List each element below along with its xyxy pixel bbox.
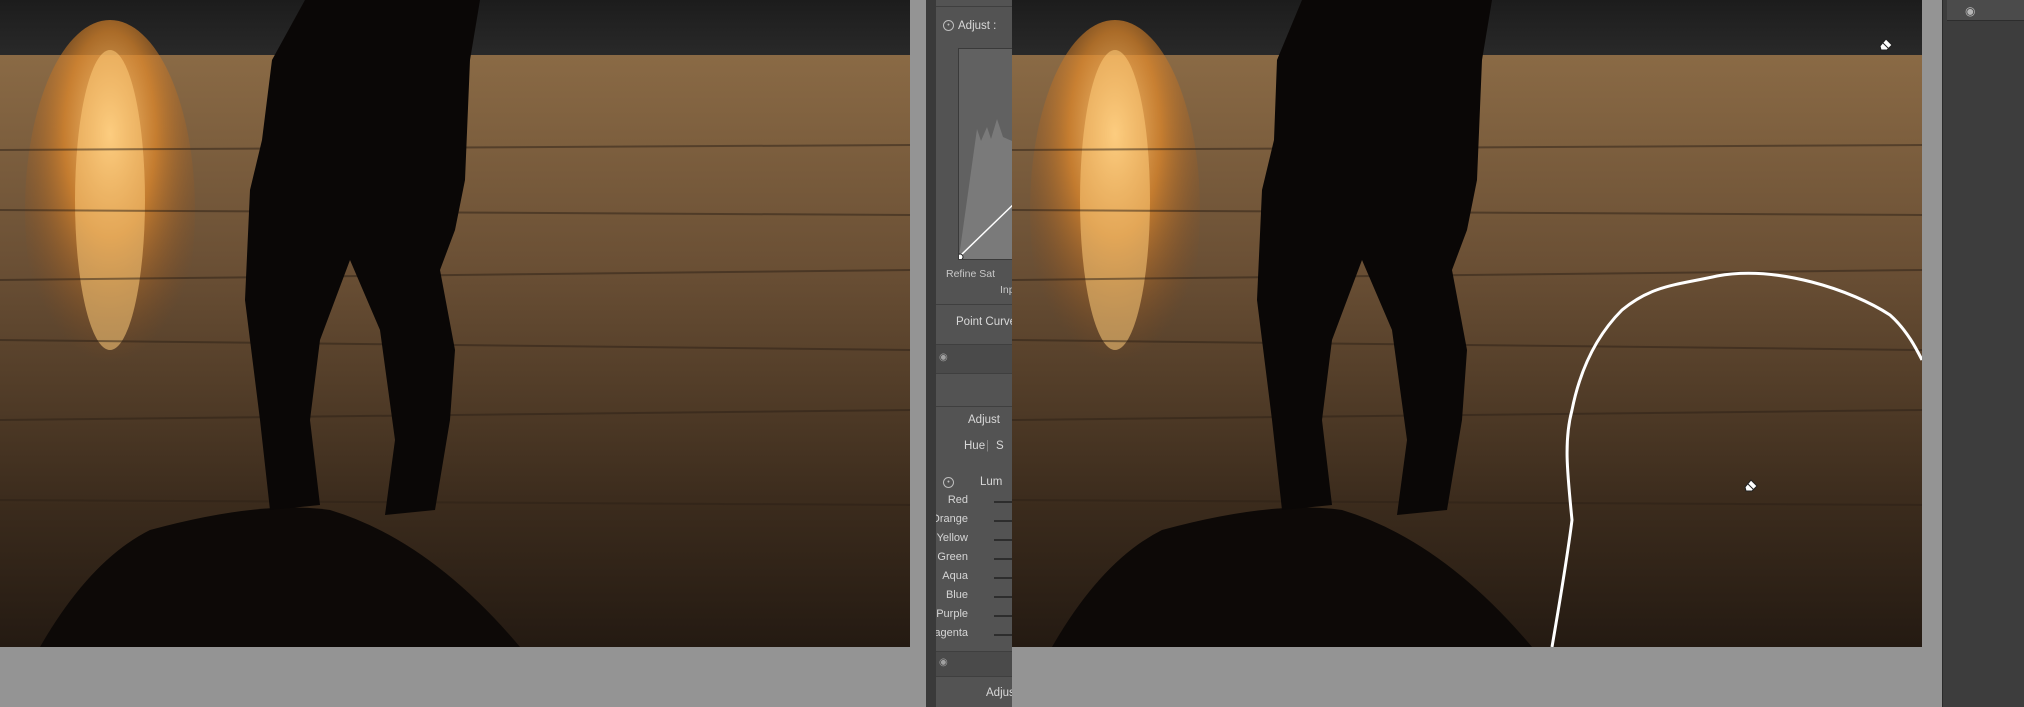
hsl-row-aqua[interactable]: Aqua bbox=[936, 570, 1012, 586]
hsl-label: Red bbox=[947, 494, 968, 506]
eraser-icon[interactable] bbox=[1878, 37, 1894, 51]
hsl-row-green[interactable]: Green bbox=[936, 551, 1012, 567]
eraser-icon[interactable] bbox=[1743, 478, 1759, 492]
hue-tab[interactable]: Hue bbox=[964, 440, 985, 452]
hsl-label: Yellow bbox=[936, 532, 968, 544]
curve-graph[interactable] bbox=[956, 48, 1012, 261]
luminance-label: Lum bbox=[980, 476, 1003, 488]
hsl-row-magenta[interactable]: Magenta bbox=[936, 627, 1012, 643]
point-curve-button[interactable]: Point Curve bbox=[956, 316, 1012, 328]
eye-icon[interactable]: ◉ bbox=[939, 352, 948, 363]
hsl-label: Magenta bbox=[936, 627, 968, 639]
input-label: Inp bbox=[1000, 284, 1012, 296]
hsl-label: Blue bbox=[945, 589, 968, 601]
hsl-row-yellow[interactable]: Yellow bbox=[936, 532, 1012, 548]
develop-panel: • Adjust : Refine Sat Inp Point Curve ◉ … bbox=[936, 0, 1012, 707]
hsl-label: Aqua bbox=[942, 570, 968, 582]
hsl-row-orange[interactable]: Orange bbox=[936, 513, 1012, 529]
eye-icon[interactable]: ◉ bbox=[939, 657, 948, 668]
target-adjust-icon[interactable]: • bbox=[943, 20, 954, 31]
hsl-row-purple[interactable]: Purple bbox=[936, 608, 1012, 624]
slider-track[interactable] bbox=[994, 501, 1012, 503]
slider-track[interactable] bbox=[994, 539, 1012, 541]
hsl-label: Orange bbox=[936, 513, 968, 525]
develop-panel-strip: • Adjust : Refine Sat Inp Point Curve ◉ … bbox=[926, 0, 1012, 707]
hsl-adjust-label: Adjust bbox=[968, 414, 1000, 426]
saturation-tab[interactable]: S bbox=[996, 440, 1004, 452]
slider-track[interactable] bbox=[994, 634, 1012, 636]
target-adjust-icon[interactable]: • bbox=[943, 477, 954, 488]
slider-track[interactable] bbox=[994, 520, 1012, 522]
workspace-gap bbox=[1922, 0, 1942, 707]
tab-separator: | bbox=[986, 440, 989, 452]
hsl-row-blue[interactable]: Blue bbox=[936, 589, 1012, 605]
workspace-gap bbox=[910, 0, 926, 707]
slider-track[interactable] bbox=[994, 615, 1012, 617]
photo-after-view[interactable] bbox=[1012, 0, 1922, 647]
workspace-bottom bbox=[0, 647, 926, 707]
hsl-label: Purple bbox=[936, 608, 968, 620]
slider-track[interactable] bbox=[994, 596, 1012, 598]
hsl-label: Green bbox=[937, 551, 968, 563]
slider-track[interactable] bbox=[994, 558, 1012, 560]
next-adjust-label: Adjus bbox=[986, 687, 1012, 699]
workspace-bottom bbox=[1012, 647, 1942, 707]
slider-track[interactable] bbox=[994, 577, 1012, 579]
eye-icon[interactable]: ◉ bbox=[1965, 4, 1975, 18]
panel-header-row: ◉ bbox=[1947, 0, 2024, 21]
refine-saturation-label: Refine Sat bbox=[946, 268, 996, 280]
hsl-row-red[interactable]: Red bbox=[936, 494, 1012, 510]
curve-adjust-label: Adjust : bbox=[958, 20, 997, 32]
panel-edge bbox=[926, 0, 936, 707]
right-side-panel: ◉ bbox=[1942, 0, 2024, 707]
photo-before-view[interactable] bbox=[0, 0, 910, 647]
